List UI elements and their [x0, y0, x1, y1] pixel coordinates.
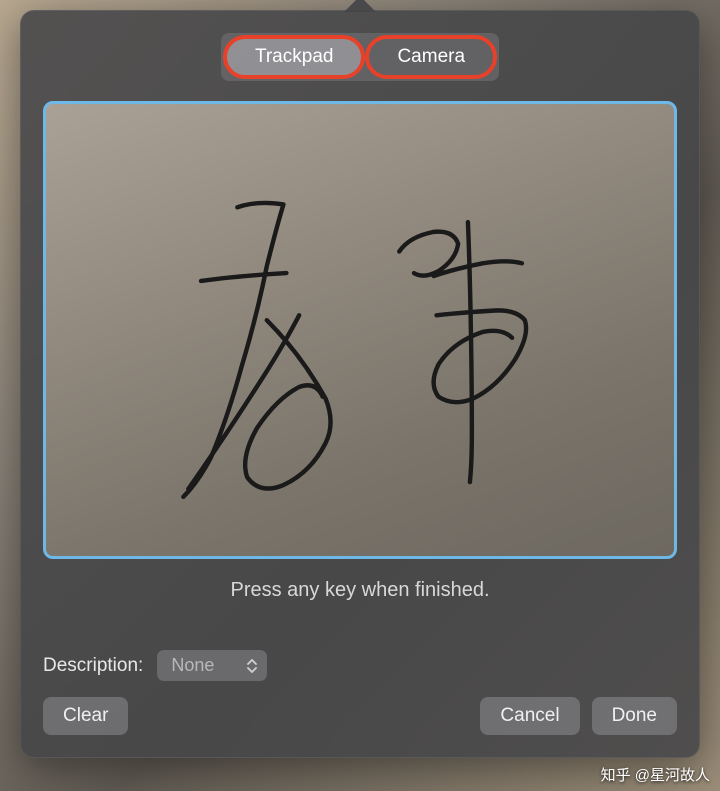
description-label: Description: [43, 655, 143, 677]
clear-button[interactable]: Clear [43, 697, 128, 735]
cancel-button[interactable]: Cancel [480, 697, 579, 735]
tab-camera[interactable]: Camera [365, 35, 497, 79]
popover-arrow [344, 0, 376, 12]
signature-popover: Trackpad Camera Press [20, 10, 700, 758]
tab-trackpad[interactable]: Trackpad [223, 35, 366, 79]
button-row: Clear Cancel Done [43, 697, 677, 735]
description-select-value: None [171, 655, 214, 676]
description-row: Description: None [43, 650, 677, 681]
signature-canvas[interactable] [43, 101, 677, 559]
input-method-tabs: Trackpad Camera [221, 33, 499, 81]
description-select[interactable]: None [157, 650, 267, 681]
watermark-text: 知乎 @星河故人 [601, 764, 710, 785]
done-button[interactable]: Done [592, 697, 677, 735]
hint-text: Press any key when finished. [43, 579, 677, 602]
chevron-updown-icon [247, 659, 257, 673]
signature-drawing [46, 104, 674, 556]
